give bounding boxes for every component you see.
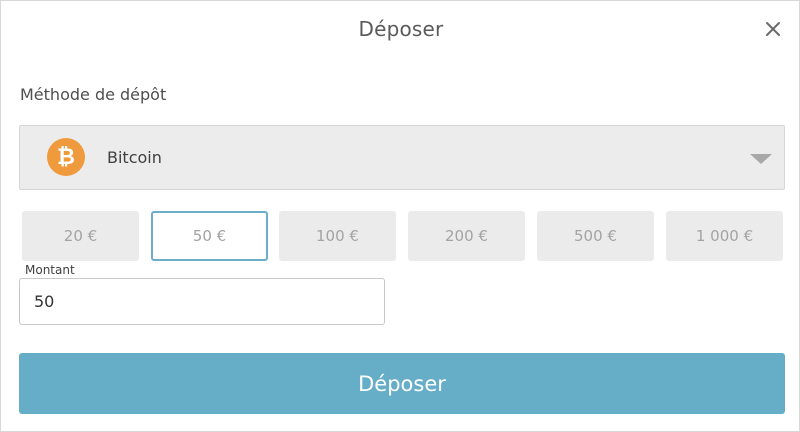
amount-presets: 20 € 50 € 100 € 200 € 500 € 1 000 €	[22, 211, 784, 261]
preset-amount-button[interactable]: 100 €	[279, 211, 396, 261]
deposit-method-select[interactable]: ₿ Bitcoin	[19, 125, 785, 190]
preset-amount-button[interactable]: 1 000 €	[666, 211, 783, 261]
modal-title: Déposer	[358, 17, 444, 41]
amount-label: Montant	[25, 263, 75, 277]
close-button[interactable]	[761, 17, 785, 41]
deposit-modal: Déposer Méthode de dépôt ₿ Bitcoin 20 € …	[0, 0, 800, 432]
bitcoin-glyph: ₿	[57, 145, 75, 170]
chevron-down-icon	[750, 154, 772, 164]
bitcoin-icon: ₿	[47, 138, 85, 176]
selected-method-label: Bitcoin	[107, 148, 162, 167]
deposit-method-label: Méthode de dépôt	[20, 85, 167, 104]
close-icon	[766, 22, 780, 36]
amount-input[interactable]	[19, 278, 385, 325]
preset-amount-button[interactable]: 500 €	[537, 211, 654, 261]
deposit-submit-button[interactable]: Déposer	[19, 353, 785, 414]
preset-amount-button[interactable]: 200 €	[408, 211, 525, 261]
preset-amount-button[interactable]: 50 €	[151, 211, 268, 261]
preset-amount-button[interactable]: 20 €	[22, 211, 139, 261]
